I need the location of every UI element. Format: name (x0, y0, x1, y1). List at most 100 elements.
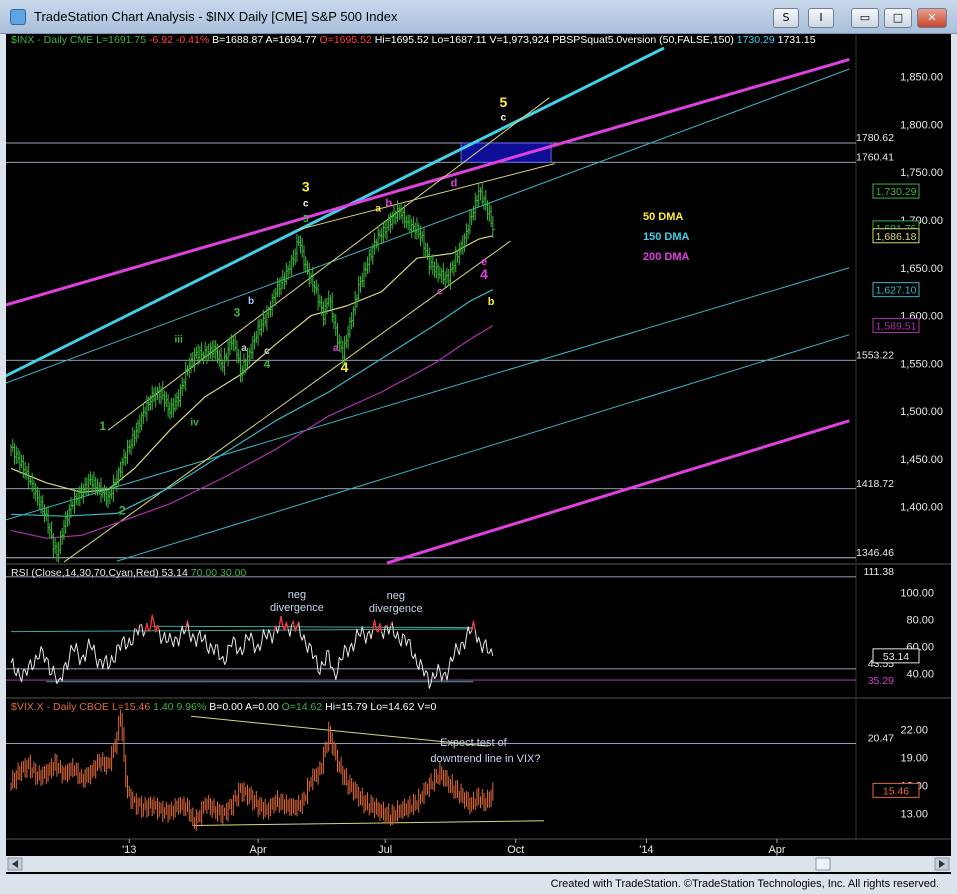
header-field: 1731.15 (775, 34, 816, 46)
rsi-header-field: 53.14 (159, 567, 188, 579)
vix-axis-tick: 19.00 (900, 752, 928, 764)
price-header: $INX - Daily CME L=1691.75 -6.92 -0.41% … (11, 34, 816, 46)
minimize-button[interactable]: ▭ (851, 8, 879, 28)
price-axis-tick: 1,800.00 (900, 119, 943, 131)
wave-label: 5 (500, 94, 508, 110)
vix-plot (6, 709, 856, 831)
rsi-annotation: divergence (270, 602, 324, 614)
vix-axis-tick: 13.00 (900, 808, 928, 820)
wave-label: a (333, 343, 339, 354)
vix-bars (10, 709, 494, 831)
price-badge-label: 1,627.10 (876, 285, 917, 297)
vix-header-field: B=0.00 (206, 701, 243, 713)
rsi-axis-tick: 40.00 (906, 669, 934, 681)
header-field: Lo=1687.11 (429, 34, 487, 46)
rsi-overbought-segment (285, 622, 289, 630)
wave-label: 4 (264, 357, 271, 371)
header-field: Hi=1695.52 (372, 34, 429, 46)
price-axis-tick: 1,550.00 (900, 358, 943, 370)
yellow-channel-lower (63, 240, 511, 563)
rsi-annotation: neg (387, 590, 405, 602)
price-badge-label: 1,589.51 (876, 321, 917, 333)
header-field: 1730.29 (734, 34, 775, 46)
time-axis-tick: '14 (639, 844, 653, 856)
level-label: 1346.46 (856, 547, 894, 559)
header-field: -0.41% (173, 34, 209, 46)
wave-label: c (437, 287, 443, 298)
rsi-level-label: 35.29 (868, 675, 894, 687)
rsi-overbought-segment (384, 624, 388, 627)
dma-legend-item: 200 DMA (643, 251, 690, 263)
rsi-overbought-segment (379, 623, 383, 633)
title-bar[interactable]: TradeStation Chart Analysis - $INX Daily… (0, 0, 957, 34)
rsi-overbought-segment (373, 620, 377, 631)
rsi-overbought-segment (389, 621, 393, 627)
scrollbar-thumb[interactable] (815, 857, 831, 871)
level-label: 1780.62 (856, 132, 894, 144)
dma150-line (10, 289, 494, 517)
status-bar: Created with TradeStation. ©TradeStation… (0, 874, 957, 894)
level-label: 1553.22 (856, 349, 894, 361)
rsi-divergence-line (10, 628, 474, 633)
time-axis-tick: Jul (378, 844, 392, 856)
chart-window: TradeStation Chart Analysis - $INX Daily… (0, 0, 957, 894)
wave-label: 1 (99, 419, 106, 433)
rsi-overbought-segment (149, 614, 153, 629)
rsi-header-field: 30.00 (217, 567, 246, 579)
vix-header: $VIX.X - Daily CBOE L=15.46 1.40 9.96% B… (11, 701, 437, 713)
vix-header-field: A=0.00 (243, 701, 279, 713)
symbol-link-s-button[interactable]: S (773, 8, 799, 28)
price-axis-tick: 1,650.00 (900, 263, 943, 275)
rsi-annotation: neg (288, 589, 306, 601)
dma-legend-item: 150 DMA (643, 231, 690, 243)
wave-label: iv (190, 417, 199, 428)
rsi-overbought-segment (472, 621, 476, 631)
rsi-overbought-segment (139, 623, 142, 626)
horizontal-scrollbar[interactable] (6, 856, 951, 872)
rsi-plot (6, 576, 856, 689)
header-field: CME (67, 34, 93, 46)
wave-label: 2 (119, 503, 126, 517)
dma200-line (10, 325, 494, 539)
wave-label: b (488, 296, 495, 308)
vix-support-line (192, 820, 545, 826)
price-axis-tick: 1,450.00 (900, 454, 943, 466)
vix-header-field: V=0 (414, 701, 436, 713)
wave-label: iii (175, 334, 184, 345)
vix-header-field: 9.96% (174, 701, 207, 713)
wave-label: a (375, 203, 381, 214)
cyan-thin-mid (6, 267, 850, 521)
rsi-axis-tick: 80.00 (906, 614, 934, 626)
maximize-button[interactable]: □ (884, 8, 912, 28)
rsi-current-label: 53.14 (883, 651, 909, 663)
rsi-overbought-segment (185, 620, 189, 631)
rsi-overbought-segment (151, 614, 155, 623)
header-field: B=1688.87 (209, 34, 263, 46)
magenta-channel-upper (6, 58, 850, 307)
cyan-thin-upper (6, 68, 850, 384)
wave-label: 4 (341, 359, 349, 375)
price-axis-tick: 1,750.00 (900, 167, 943, 179)
rsi-annotation: divergence (369, 603, 423, 615)
vix-header-field: $VIX.X - Daily (11, 701, 77, 713)
vix-header-field: Lo=14.62 (367, 701, 414, 713)
scrollbar-track[interactable] (6, 856, 951, 872)
wave-label: b (248, 296, 254, 307)
rsi-overbought-segment (134, 628, 137, 630)
chart-canvas[interactable]: 12iiiiv3ba c43c5a4a bcde4b5c50 DMA150 DMA2… (6, 34, 951, 874)
vix-header-field: 1.40 (150, 701, 174, 713)
chart-area[interactable]: 1 2 iii iv 3 b a c 4 3 c 5 a 4 a b c d e 4 b 5 c 50 DMA 150 DMA 2… (6, 34, 951, 874)
rsi-header-field: 70.00 (188, 567, 217, 579)
wave-label: c (303, 199, 309, 210)
symbol-link-i-button[interactable]: I (808, 8, 834, 28)
rsi-overbought-segment (280, 616, 284, 627)
vix-annotation: Expect test of (440, 737, 508, 749)
cyan-thin-lower (116, 334, 850, 562)
wave-label: 3 (234, 306, 241, 320)
price-axis-tick: 1,400.00 (900, 502, 943, 514)
rsi-axis-tick: 100.00 (900, 587, 934, 599)
price-bars (10, 182, 495, 563)
close-button[interactable]: ✕ (917, 8, 947, 28)
wave-label: c (264, 346, 270, 357)
header-field: PBSPSquat5.0version (50,FALSE,150) (549, 34, 733, 46)
